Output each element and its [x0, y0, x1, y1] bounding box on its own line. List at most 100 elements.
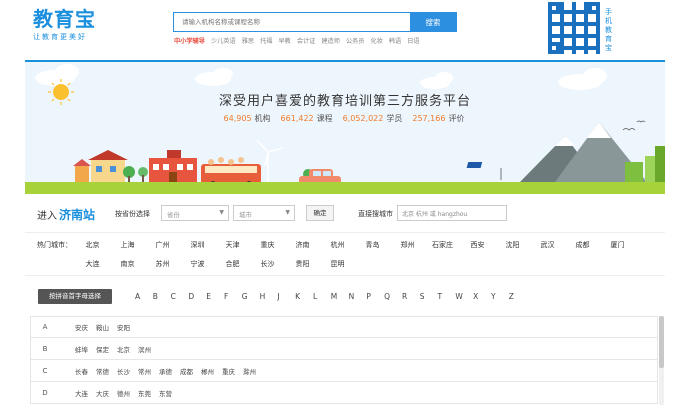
hot-city-link[interactable]: 厦门: [600, 240, 635, 250]
hot-link[interactable]: 托福: [260, 36, 272, 45]
hot-city-link[interactable]: 武汉: [530, 240, 565, 250]
city-link[interactable]: 北京: [117, 344, 130, 354]
alphabet-letter[interactable]: J: [277, 292, 295, 301]
city-link[interactable]: 长沙: [117, 366, 130, 376]
hot-city-link[interactable]: 宁波: [180, 259, 215, 269]
current-station: 进入 济南站: [37, 206, 95, 223]
alphabet-letter[interactable]: C: [171, 292, 189, 301]
stat-value: 64,905: [223, 114, 252, 123]
platform-stats: 64,905 机构 661,422 课程 6,052,022 学员 257,166 评价: [25, 113, 665, 124]
alphabet-letter[interactable]: G: [242, 292, 260, 301]
city-link[interactable]: 东营: [159, 388, 172, 398]
city-link[interactable]: 德州: [117, 388, 130, 398]
mobile-app-label[interactable]: 手机教育宝: [605, 8, 617, 53]
hot-city-link[interactable]: 北京: [75, 240, 110, 250]
city-link[interactable]: 大庆: [96, 388, 109, 398]
hot-city-link[interactable]: 上海: [110, 240, 145, 250]
alphabet-letter[interactable]: L: [313, 292, 331, 301]
hot-link[interactable]: 会计证: [297, 36, 316, 45]
city-link[interactable]: 郴州: [201, 366, 214, 376]
cloud-icon: [35, 64, 607, 90]
alphabet-letter[interactable]: H: [260, 292, 278, 301]
alphabet-letter[interactable]: Y: [491, 292, 509, 301]
alphabet-letter[interactable]: K: [295, 292, 313, 301]
city-link[interactable]: 重庆: [222, 366, 235, 376]
city-link[interactable]: 滁州: [243, 366, 256, 376]
hot-link[interactable]: 雅思: [242, 36, 254, 45]
city-link[interactable]: 长春: [75, 366, 88, 376]
hot-link[interactable]: 日语: [407, 36, 419, 45]
hot-city-link[interactable]: 深圳: [180, 240, 215, 250]
city-link[interactable]: 蚌埠: [75, 344, 88, 354]
alphabet-letter[interactable]: P: [366, 292, 384, 301]
alphabet-letter[interactable]: E: [206, 292, 224, 301]
city-link[interactable]: 承德: [159, 366, 172, 376]
hot-city-link[interactable]: 郑州: [390, 240, 425, 250]
city-link[interactable]: 常州: [138, 366, 151, 376]
alphabet-letter[interactable]: M: [331, 292, 349, 301]
hot-city-link[interactable]: 合肥: [215, 259, 250, 269]
alphabet-letter[interactable]: S: [420, 292, 438, 301]
alphabet-letter[interactable]: W: [455, 292, 473, 301]
green-buildings-icon: [625, 146, 665, 182]
confirm-button[interactable]: 确定: [306, 205, 334, 221]
hot-city-link[interactable]: 沈阳: [495, 240, 530, 250]
hot-city-link[interactable]: 贵阳: [285, 259, 320, 269]
hot-city-link[interactable]: 昆明: [320, 259, 355, 269]
city-select-value: 城市: [239, 211, 252, 219]
city-select[interactable]: 城市 ▼: [233, 205, 295, 221]
alphabet-letter[interactable]: A: [135, 292, 153, 301]
hot-city-link[interactable]: 广州: [145, 240, 180, 250]
stat-label: 评价: [448, 114, 465, 123]
letter-cities: 大连 大庆 德州 东莞 东营: [75, 388, 180, 398]
scroll-thumb[interactable]: [659, 316, 664, 368]
alphabet-bar: 按拼音首字母选择 ABCDEFGHJKLMNPQRSTWXYZ: [25, 283, 665, 309]
hot-city-link[interactable]: 青岛: [355, 240, 390, 250]
city-link[interactable]: 鞍山: [96, 322, 109, 332]
alphabet-letter[interactable]: R: [402, 292, 420, 301]
city-link[interactable]: 安阳: [117, 322, 130, 332]
hot-city-link[interactable]: 重庆: [250, 240, 285, 250]
alphabet-letter[interactable]: D: [188, 292, 206, 301]
city-link[interactable]: 保定: [96, 344, 109, 354]
alphabet-letter[interactable]: N: [349, 292, 367, 301]
banner-illustration: [35, 64, 665, 189]
hot-search-links: 中小学辅导 少儿英语 雅思 托福 早教 会计证 建造师 公务员 化妆 韩语 日语: [174, 36, 420, 45]
city-link[interactable]: 大连: [75, 388, 88, 398]
city-link[interactable]: 东莞: [138, 388, 151, 398]
alphabet-letter[interactable]: F: [224, 292, 242, 301]
list-scrollbar[interactable]: [659, 316, 664, 405]
hot-link[interactable]: 公务员: [346, 36, 365, 45]
alphabet-letter[interactable]: X: [473, 292, 491, 301]
hot-city-link[interactable]: 南京: [110, 259, 145, 269]
hot-link[interactable]: 化妆: [371, 36, 383, 45]
alphabet-letter[interactable]: T: [438, 292, 456, 301]
hot-city-link[interactable]: 长沙: [250, 259, 285, 269]
hot-city-link[interactable]: 济南: [285, 240, 320, 250]
alphabet-letter[interactable]: B: [153, 292, 171, 301]
alphabet-letter[interactable]: Z: [509, 292, 527, 301]
hot-city-link[interactable]: 大连: [75, 259, 110, 269]
site-logo[interactable]: 教育宝 让教育更美好: [33, 8, 105, 46]
hot-city-link[interactable]: 石家庄: [425, 240, 460, 250]
province-select[interactable]: 省份 ▼: [161, 205, 229, 221]
hot-link[interactable]: 韩语: [389, 36, 401, 45]
direct-city-input[interactable]: 北京 杭州 或 hangzhou: [397, 205, 507, 221]
hot-link[interactable]: 早教: [278, 36, 290, 45]
hot-link[interactable]: 少儿英语: [211, 36, 236, 45]
search-button[interactable]: 搜索: [410, 13, 456, 31]
city-link[interactable]: 成都: [180, 366, 193, 376]
hot-city-link[interactable]: 杭州: [320, 240, 355, 250]
search-input[interactable]: [174, 13, 410, 31]
city-link[interactable]: 安庆: [75, 322, 88, 332]
hot-city-link[interactable]: 苏州: [145, 259, 180, 269]
hot-city-link[interactable]: 西安: [460, 240, 495, 250]
search-box: 搜索: [173, 12, 457, 32]
city-link[interactable]: 常德: [96, 366, 109, 376]
hot-link[interactable]: 建造师: [321, 36, 340, 45]
city-link[interactable]: 滨州: [138, 344, 151, 354]
alphabet-letter[interactable]: Q: [384, 292, 402, 301]
hot-link[interactable]: 中小学辅导: [174, 36, 205, 45]
hot-city-link[interactable]: 成都: [565, 240, 600, 250]
hot-city-link[interactable]: 天津: [215, 240, 250, 250]
